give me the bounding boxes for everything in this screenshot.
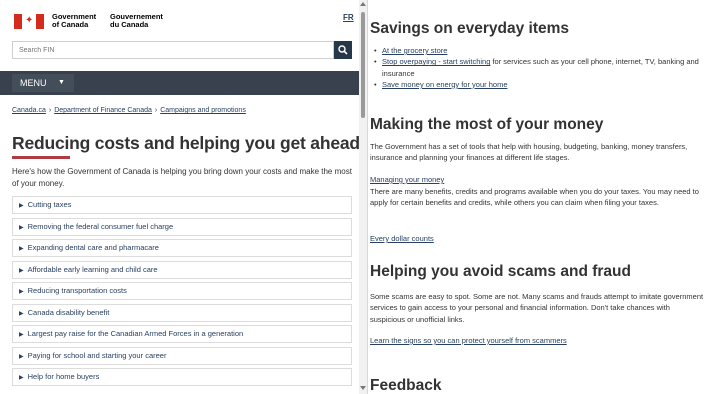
managing-money-link[interactable]: Managing your money <box>370 175 444 184</box>
feedback-heading: Feedback <box>370 377 442 394</box>
accordion-list: ▶ Cutting taxes ▶ Removing the federal con… <box>12 196 352 390</box>
triangle-right-icon: ▶ <box>19 310 24 317</box>
money-text: The Government has a set of tools that h… <box>370 142 688 163</box>
accordion-label: Cutting taxes <box>27 200 72 209</box>
breadcrumb-separator-icon: › <box>48 107 52 114</box>
breadcrumb-finance[interactable]: Department of Finance Canada <box>54 107 152 114</box>
menu-label: MENU <box>20 78 47 88</box>
scams-text: Some scams are easy to spot. Some are no… <box>370 292 704 324</box>
scroll-up-arrow-icon[interactable] <box>360 2 366 6</box>
savings-heading: Savings on everyday items <box>370 20 570 37</box>
breadcrumb-separator-icon: › <box>154 107 158 114</box>
right-pane: Savings on everyday items At the grocery… <box>368 0 714 394</box>
left-scrollbar-thumb[interactable] <box>361 12 365 118</box>
accordion-label: Expanding dental care and pharmacare <box>27 243 159 252</box>
accordion-label: Help for home buyers <box>27 372 100 381</box>
triangle-right-icon: ▶ <box>19 353 24 360</box>
search-icon <box>338 45 348 55</box>
energy-link[interactable]: Save money on energy for your home <box>382 80 508 89</box>
list-item: Save money on energy for your home <box>370 79 706 91</box>
accordion-item-transportation[interactable]: ▶ Reducing transportation costs <box>12 282 352 300</box>
triangle-right-icon: ▶ <box>19 375 24 381</box>
search-input[interactable] <box>12 41 334 59</box>
switching-link[interactable]: Stop overpaying - start switching <box>382 57 490 66</box>
scroll-down-arrow-icon[interactable] <box>360 386 366 390</box>
chevron-down-icon: ▼ <box>58 79 65 86</box>
accordion-label: Affordable early learning and child care <box>27 264 158 274</box>
money-heading: Making the most of your money <box>370 116 604 133</box>
triangle-right-icon: ▶ <box>19 246 24 252</box>
accordion-label: Largest pay raise for the Canadian Armed… <box>27 329 244 338</box>
page-title: Reducing costs and helping you get ahead <box>12 133 359 153</box>
wordmark-english: Government of Canada <box>52 12 97 29</box>
savings-list: At the grocery store Stop overpaying - s… <box>370 45 706 90</box>
accordion-item-cutting-taxes[interactable]: ▶ Cutting taxes <box>12 196 352 214</box>
triangle-right-icon: ▶ <box>19 267 24 274</box>
left-pane: ✦ Government of Canada Gouvernement du C… <box>0 0 359 394</box>
list-item: At the grocery store <box>370 45 706 57</box>
accordion-item-school-career[interactable]: ▶ Paying for school and starting your car… <box>12 346 352 365</box>
title-underline <box>12 156 70 159</box>
every-dollar-link[interactable]: Every dollar counts <box>370 234 434 243</box>
triangle-right-icon: ▶ <box>19 203 24 209</box>
list-item: Stop overpaying - start switching for se… <box>370 56 706 79</box>
accordion-item-disability-benefit[interactable]: ▶ Canada disability benefit <box>12 303 352 322</box>
scams-heading: Helping you avoid scams and fraud <box>370 263 631 280</box>
accordion-label: Canada disability benefit <box>27 307 110 317</box>
accordion-item-dental-care[interactable]: ▶ Expanding dental care and pharmacare <box>12 239 352 257</box>
breadcrumb: Canada.ca › Department of Finance Canada › C… <box>12 107 246 114</box>
breadcrumb-canada[interactable]: Canada.ca <box>12 107 46 114</box>
canada-flag-icon[interactable]: ✦ <box>14 14 44 29</box>
accordion-item-child-care[interactable]: ▶ Affordable early learning and child car… <box>12 260 352 279</box>
accordion-label: Paying for school and starting your care… <box>27 350 167 360</box>
accordion-label: Reducing transportation costs <box>27 286 127 295</box>
accordion-item-fuel-charge[interactable]: ▶ Removing the federal consumer fuel char… <box>12 217 352 236</box>
wordmark-french: Gouvernement du Canada <box>110 12 163 29</box>
scams-link[interactable]: Learn the signs so you can protect yours… <box>370 336 567 345</box>
menu-button[interactable]: MENU ▼ <box>12 74 74 92</box>
triangle-right-icon: ▶ <box>19 289 24 295</box>
accordion-item-armed-forces[interactable]: ▶ Largest pay raise for the Canadian Arme… <box>12 325 352 343</box>
triangle-right-icon: ▶ <box>19 332 24 338</box>
breadcrumb-campaigns[interactable]: Campaigns and promotions <box>160 107 246 114</box>
page-intro: Here's how the Government of Canada is h… <box>12 167 352 188</box>
search-button[interactable] <box>334 41 352 59</box>
triangle-right-icon: ▶ <box>19 224 24 231</box>
language-toggle-link[interactable]: FR <box>343 13 354 22</box>
accordion-label: Removing the federal consumer fuel charg… <box>27 221 174 231</box>
money-text-2: There are many benefits, credits and pro… <box>370 187 699 208</box>
gov-header: ✦ Government of Canada Gouvernement du C… <box>12 11 354 35</box>
grocery-link[interactable]: At the grocery store <box>382 46 447 55</box>
accordion-item-home-buyers[interactable]: ▶ Help for home buyers <box>12 368 352 386</box>
